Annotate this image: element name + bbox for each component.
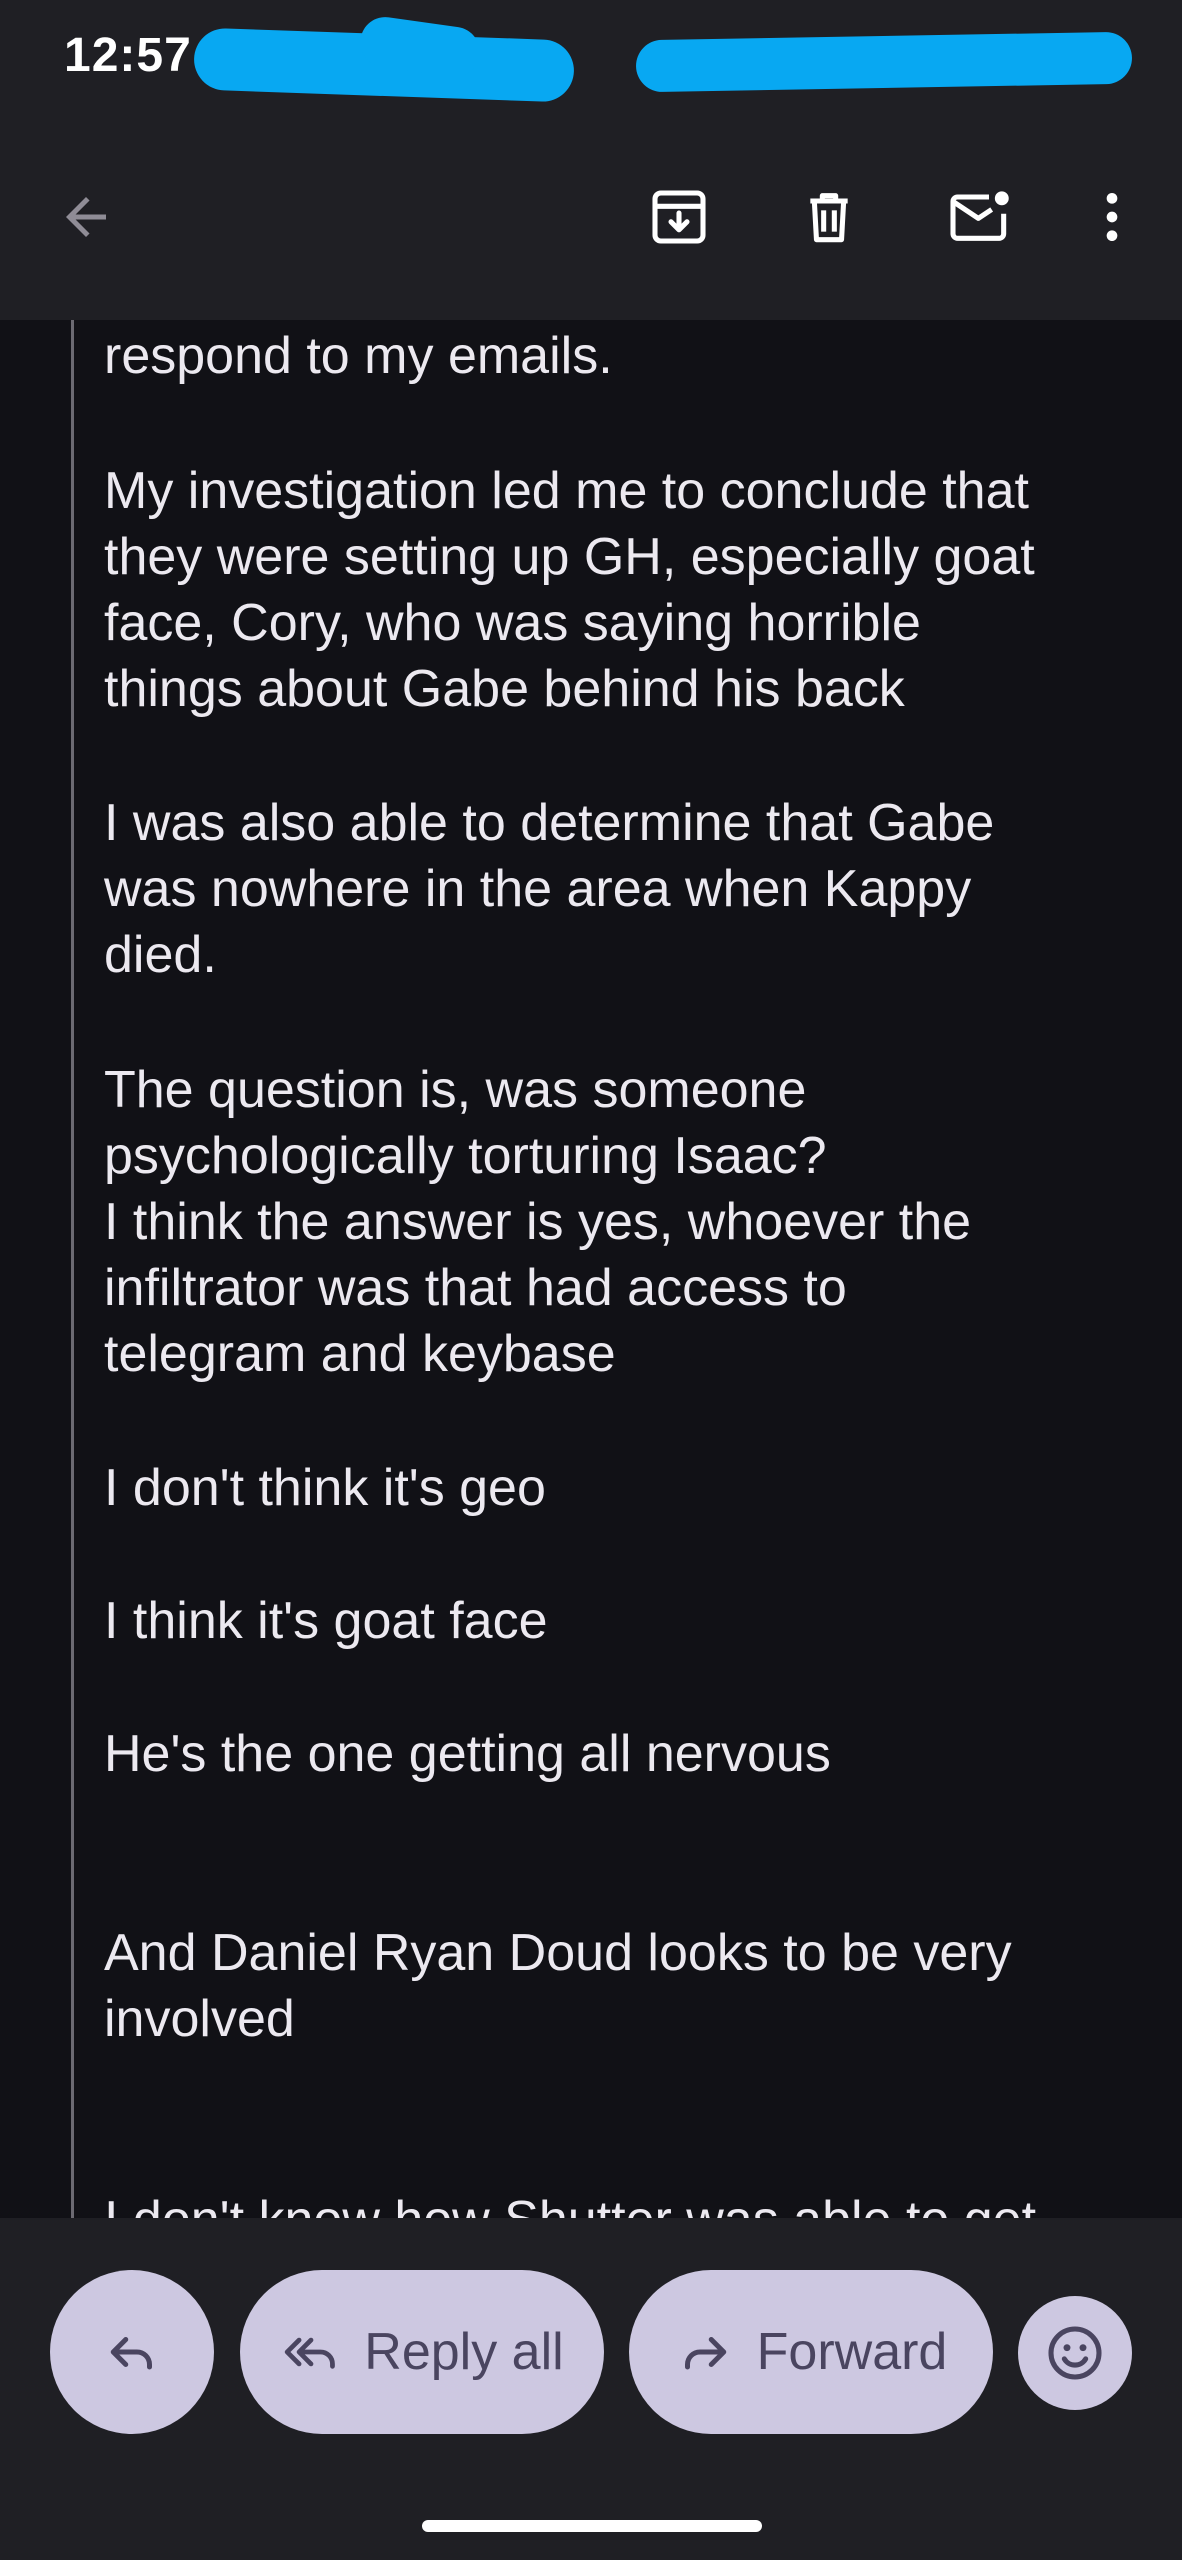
status-bar: 12:57: [0, 0, 1182, 120]
bottom-action-bar: Reply all Forward: [0, 2218, 1182, 2560]
email-paragraph: And Daniel Ryan Doud looks to be very in…: [104, 1924, 1012, 2048]
email-paragraph: respond to my emails.: [104, 327, 613, 385]
reply-all-label: Reply all: [364, 2323, 564, 2381]
email-paragraph: I was also able to determine that Gabe w…: [104, 794, 995, 984]
emoji-icon: [1048, 2326, 1102, 2380]
more-options-button[interactable]: [1064, 169, 1160, 265]
email-paragraph: He's the one getting all nervous: [104, 1725, 831, 1783]
reply-button[interactable]: [50, 2270, 214, 2434]
forward-icon: [684, 2337, 726, 2370]
reply-all-button[interactable]: Reply all: [240, 2270, 604, 2434]
email-paragraph: I don't think it's geo: [104, 1459, 546, 1517]
delete-icon: [810, 193, 848, 243]
archive-icon: [652, 190, 706, 244]
delete-button[interactable]: [781, 169, 877, 265]
reply-all-icon: [285, 2337, 336, 2369]
quote-bar: [71, 320, 74, 2218]
home-indicator[interactable]: [422, 2520, 762, 2532]
mark-unread-button[interactable]: [933, 169, 1029, 265]
email-paragraph: I don't know how Shutter was able to get: [104, 2187, 1036, 2218]
status-time: 12:57: [64, 29, 192, 82]
mark-unread-icon: [950, 191, 1009, 241]
forward-button[interactable]: Forward: [629, 2270, 993, 2434]
email-paragraph: The question is, was someone psychologic…: [104, 1061, 972, 1383]
app-bar: [0, 120, 1182, 320]
redaction-mark: [635, 31, 1133, 93]
reply-icon: [110, 2337, 152, 2370]
archive-button[interactable]: [631, 169, 727, 265]
emoji-reaction-button[interactable]: [1018, 2296, 1132, 2410]
back-button[interactable]: [38, 169, 134, 265]
more-vert-icon: [1106, 193, 1118, 241]
email-body: respond to my emails. My investigation l…: [0, 320, 1182, 2218]
email-paragraph: My investigation led me to conclude that…: [104, 462, 1035, 718]
forward-label: Forward: [756, 2323, 948, 2381]
email-paragraph: I think it's goat face: [104, 1592, 548, 1650]
back-arrow-icon: [66, 197, 106, 237]
